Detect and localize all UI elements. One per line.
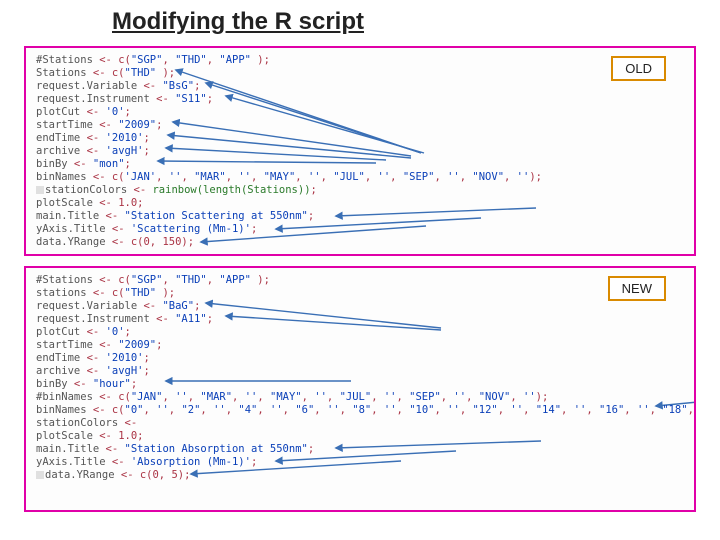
old-panel-wrap: OLD [20,46,700,256]
caret-box-icon [36,186,44,194]
code-line: binBy <- "mon"; [36,158,684,171]
code-line: request.Variable <- "BsG"; [36,80,684,93]
new-panel-wrap: NEW #Stations <- c("SGP", "TH [20,266,700,512]
code-line: stationColors <- plotScale <- 1.0; main.… [36,417,684,482]
code-line: plotScale <- 1.0; [36,430,684,443]
code-line: binBy <- "hour"; [36,378,684,391]
code-line: main.Title <- "Station Scattering at 550… [36,210,684,223]
code-line: endTime <- '2010'; [36,132,684,145]
code-line: data.YRange <- c(0, 150); [36,236,684,249]
page-title: Modifying the R script [112,8,700,36]
code-line: yAxis.Title <- 'Absorption (Mm-1)'; [36,456,684,469]
code-line: plotCut <- '0'; [36,106,684,119]
code-line: main.Title <- "Station Absorption at 550… [36,443,684,456]
code-line: #Stations <- c("SGP", "THD", "APP" ); [36,54,684,67]
code-line: startTime <- "2009"; [36,119,684,132]
code-line: stationColors <- rainbow(length(Stations… [36,184,684,197]
code-line: yAxis.Title <- 'Scattering (Mm-1)'; [36,223,684,236]
code-line: #Stations <- c("SGP", "THD", "APP" ); [36,274,684,287]
code-line: plotCut <- '0'; [36,326,684,339]
code-line: plotScale <- 1.0; [36,197,684,210]
code-line: request.Instrument <- "A11"; [36,313,684,326]
code-line: binNames <- c("0", '', "2", '', "4", '',… [36,404,684,417]
code-line: request.Variable <- "BaG"; [36,300,684,313]
code-line: archive <- 'avgH'; [36,365,684,378]
code-line: #binNames <- c("JAN", '', "MAR", '', "MA… [36,391,684,404]
old-code-panel: OLD [24,46,696,256]
new-code-panel: NEW #Stations <- c("SGP", "TH [24,266,696,512]
code-line: endTime <- '2010'; [36,352,684,365]
code-line: binNames <- c('JAN', '', "MAR", '', "MAY… [36,171,684,184]
code-line: startTime <- "2009"; [36,339,684,352]
code-line: request.Instrument <- "S11"; [36,93,684,106]
code-line: data.YRange <- c(0, 5); [36,469,684,482]
old-label: OLD [611,56,666,81]
code-line: stations <- c("THD" ); [36,287,684,300]
new-label: NEW [608,276,666,301]
caret-box-icon [36,471,44,479]
code-line: archive <- 'avgH'; [36,145,684,158]
slide: Modifying the R script OLD [0,0,720,540]
code-line: Stations <- c("THD" ); [36,67,684,80]
